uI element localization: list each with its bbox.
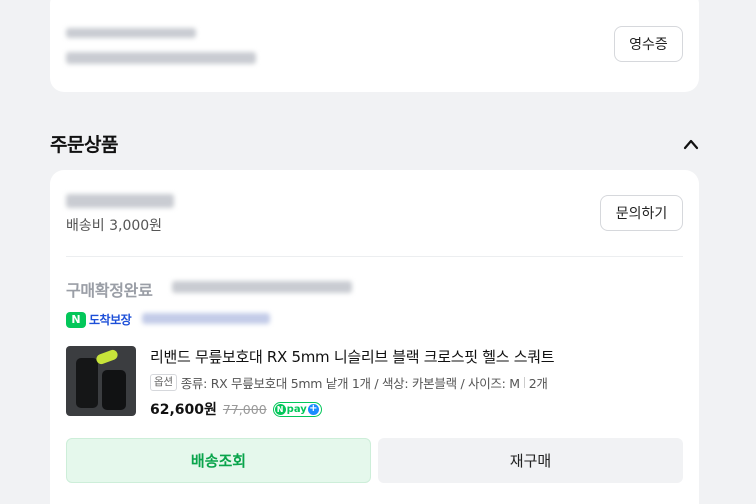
receipt-button[interactable]: 영수증 — [614, 26, 683, 62]
npay-label: pay — [286, 403, 307, 415]
blurred-delivery-date — [142, 313, 270, 324]
blurred-seller-name — [66, 194, 174, 208]
product-thumbnail[interactable] — [66, 346, 136, 416]
inquiry-button[interactable]: 문의하기 — [600, 195, 683, 231]
product-options: 옵션 종류: RX 무릎보호대 5mm 낱개 1개 / 색상: 카본블랙 / 사… — [150, 373, 548, 392]
n-badge-icon: N — [66, 311, 86, 328]
original-price: 77,000 — [222, 401, 267, 417]
section-title: 주문상품 — [50, 134, 118, 156]
order-product-card: 배송비 3,000원 문의하기 구매확정완료 N 도착보장 리밴드 무릎보호대 … — [50, 170, 699, 504]
delivery-guarantee-label: 도착보장 — [89, 313, 132, 327]
option-quantity: 2개 — [528, 376, 548, 391]
product-name[interactable]: 리밴드 무릎보호대 RX 5mm 니슬리브 블랙 크로스핏 헬스 스쿼트 — [150, 346, 555, 367]
blurred-info-line — [66, 28, 196, 38]
blurred-status-date — [172, 281, 352, 293]
npay-icon: N pay + — [272, 401, 322, 417]
track-delivery-button[interactable]: 배송조회 — [66, 438, 371, 483]
payment-info-card: 영수증 — [50, 0, 699, 92]
option-tag: 옵션 — [150, 374, 177, 391]
order-status: 구매확정완료 — [66, 281, 153, 300]
blurred-info-line — [66, 52, 256, 64]
divider — [66, 256, 683, 257]
chevron-up-icon[interactable] — [681, 136, 701, 152]
npay-n-mark: N — [274, 403, 286, 415]
option-text: 종류: RX 무릎보호대 5mm 낱개 1개 / 색상: 카본블랙 / 사이즈:… — [180, 376, 520, 391]
price-row: 62,600원 77,000 N pay + — [150, 399, 322, 419]
option-separator — [523, 377, 525, 388]
reorder-button[interactable]: 재구매 — [378, 438, 683, 483]
delivery-guarantee-badge: N 도착보장 — [66, 311, 132, 328]
shipping-fee: 배송비 3,000원 — [66, 218, 163, 234]
product-price: 62,600원 — [150, 402, 217, 418]
npay-plus-icon: + — [307, 403, 319, 415]
